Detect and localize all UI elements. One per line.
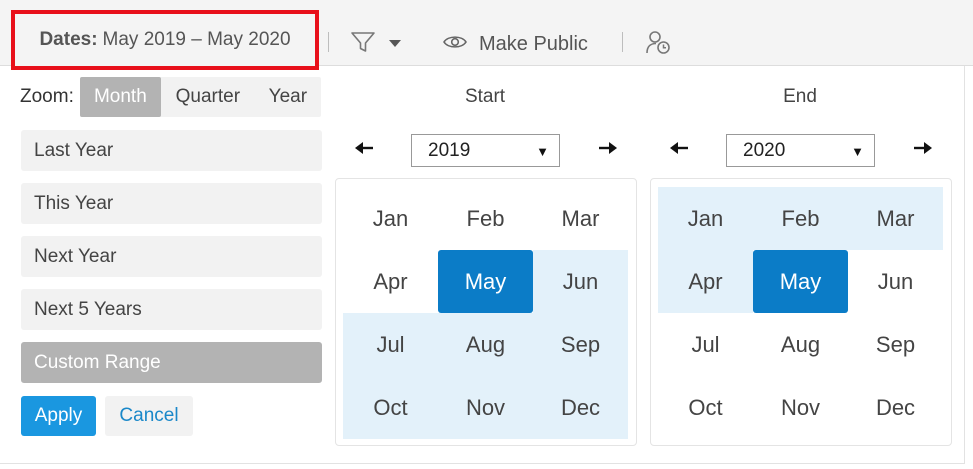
dates-value: May 2019 – May 2020	[102, 29, 291, 50]
arrow-left-icon	[354, 140, 374, 161]
end-month-nov[interactable]: Nov	[753, 376, 848, 439]
end-month-apr[interactable]: Apr	[658, 250, 753, 313]
end-month-jan[interactable]: Jan	[658, 187, 753, 250]
end-month-sep[interactable]: Sep	[848, 313, 943, 376]
start-month-sep[interactable]: Sep	[533, 313, 628, 376]
preset-this-year[interactable]: This Year	[21, 183, 322, 224]
start-month-mar[interactable]: Mar	[533, 187, 628, 250]
start-month-nov[interactable]: Nov	[438, 376, 533, 439]
end-next-year-button[interactable]	[912, 141, 934, 159]
end-year-select[interactable]: 2020 ▼	[726, 134, 875, 167]
start-month-calendar: Jan Feb Mar Apr May Jun Jul Aug Sep Oct …	[335, 178, 637, 446]
start-next-year-button[interactable]	[597, 141, 619, 159]
end-month-mar[interactable]: Mar	[848, 187, 943, 250]
arrow-right-icon	[913, 140, 933, 161]
start-month-apr[interactable]: Apr	[343, 250, 438, 313]
make-public-button[interactable]: Make Public	[443, 30, 588, 58]
start-prev-year-button[interactable]	[353, 141, 375, 159]
cancel-button[interactable]: Cancel	[105, 396, 193, 436]
start-month-jun[interactable]: Jun	[533, 250, 628, 313]
zoom-option-year[interactable]: Year	[255, 77, 321, 117]
end-year-value: 2020	[743, 139, 786, 161]
toolbar-divider	[328, 32, 329, 52]
preset-custom-range[interactable]: Custom Range	[21, 342, 322, 383]
user-clock-icon	[645, 31, 673, 61]
start-month-may[interactable]: May	[438, 250, 533, 313]
preset-last-year[interactable]: Last Year	[21, 130, 322, 171]
preset-next-year[interactable]: Next Year	[21, 236, 322, 277]
filter-icon	[350, 30, 376, 59]
end-month-may[interactable]: May	[753, 250, 848, 313]
arrow-left-icon	[669, 140, 689, 161]
end-month-dec[interactable]: Dec	[848, 376, 943, 439]
start-month-aug[interactable]: Aug	[438, 313, 533, 376]
end-month-aug[interactable]: Aug	[753, 313, 848, 376]
start-month-oct[interactable]: Oct	[343, 376, 438, 439]
zoom-row: Zoom: Month Quarter Year	[20, 77, 321, 117]
preset-next-5-years[interactable]: Next 5 Years	[21, 289, 322, 330]
zoom-segmented-control: Month Quarter Year	[79, 77, 321, 117]
dates-label: Dates:	[39, 29, 98, 50]
end-month-oct[interactable]: Oct	[658, 376, 753, 439]
arrow-right-icon	[598, 140, 618, 161]
end-prev-year-button[interactable]	[668, 141, 690, 159]
start-title: Start	[464, 86, 506, 107]
end-month-jul[interactable]: Jul	[658, 313, 753, 376]
select-caret-icon: ▼	[851, 144, 864, 159]
end-title: End	[783, 86, 817, 107]
end-month-feb[interactable]: Feb	[753, 187, 848, 250]
dates-range-button[interactable]: Dates: May 2019 – May 2020	[11, 10, 319, 70]
toolbar-divider	[622, 32, 623, 52]
end-month-jun[interactable]: Jun	[848, 250, 943, 313]
apply-button[interactable]: Apply	[21, 396, 96, 436]
start-month-feb[interactable]: Feb	[438, 187, 533, 250]
zoom-option-quarter[interactable]: Quarter	[161, 77, 255, 117]
user-clock-button[interactable]	[645, 29, 673, 57]
select-caret-icon: ▼	[536, 144, 549, 159]
filter-button[interactable]	[350, 30, 410, 58]
toolbar: Dates: May 2019 – May 2020 Make Public	[0, 0, 973, 76]
zoom-label: Zoom:	[20, 86, 74, 107]
zoom-option-month[interactable]: Month	[79, 77, 161, 117]
start-month-jan[interactable]: Jan	[343, 187, 438, 250]
start-month-jul[interactable]: Jul	[343, 313, 438, 376]
start-year-value: 2019	[428, 139, 471, 161]
make-public-label: Make Public	[479, 32, 588, 55]
start-year-select[interactable]: 2019 ▼	[411, 134, 560, 167]
end-month-calendar: Jan Feb Mar Apr May Jun Jul Aug Sep Oct …	[650, 178, 952, 446]
dropdown-caret-icon	[388, 35, 402, 53]
start-month-dec[interactable]: Dec	[533, 376, 628, 439]
eye-icon	[443, 33, 479, 56]
